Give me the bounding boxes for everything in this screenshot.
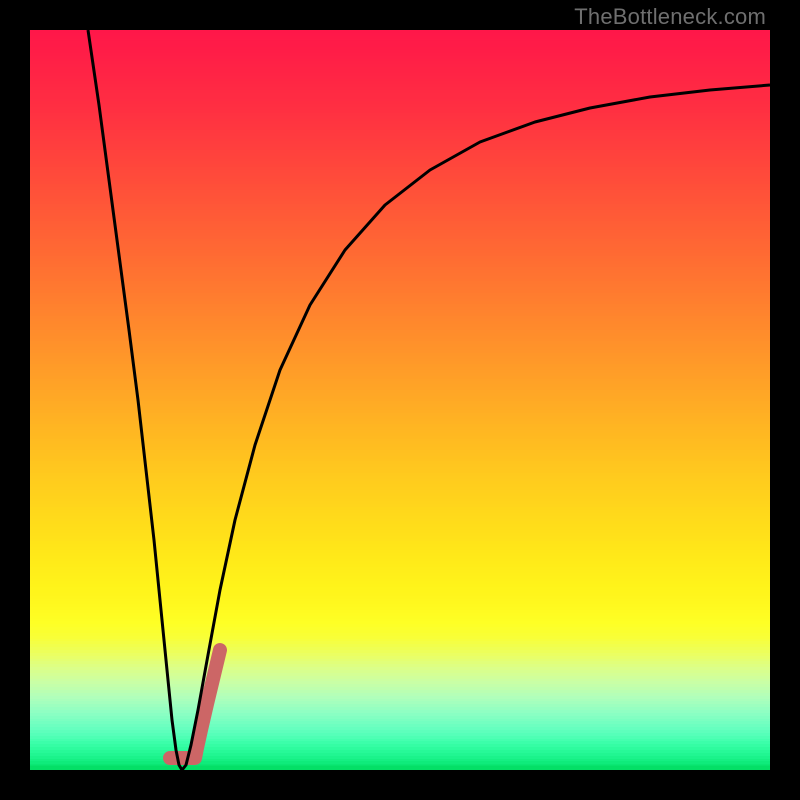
watermark-text: TheBottleneck.com [574, 4, 766, 30]
highlight-j-stroke [170, 650, 220, 758]
chart-frame: TheBottleneck.com [0, 0, 800, 800]
plot-area [30, 30, 770, 770]
bottleneck-curve [88, 30, 770, 770]
curve-layer [30, 30, 770, 770]
